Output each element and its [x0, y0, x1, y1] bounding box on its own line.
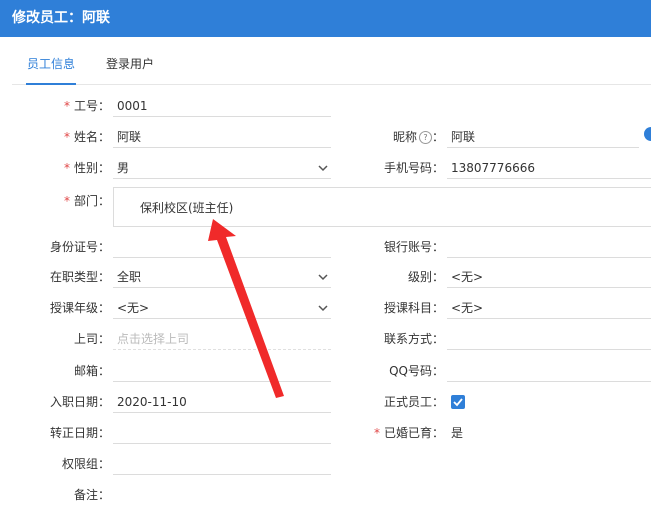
level-select[interactable]: <无> — [447, 266, 651, 288]
contact-field[interactable] — [447, 328, 651, 350]
gender-value: 男 — [117, 161, 130, 175]
job-type-label: 在职类型： — [49, 270, 110, 284]
id-card-field[interactable] — [113, 236, 331, 258]
qq-field[interactable] — [447, 360, 651, 382]
bank-account-field[interactable] — [447, 236, 651, 258]
help-circle-icon[interactable]: ? — [418, 131, 432, 144]
nickname-label: 昵称?： — [392, 130, 444, 144]
id-card-label: 身份证号： — [49, 240, 110, 254]
chevron-down-icon — [318, 165, 328, 172]
perm-group-label: 权限组： — [61, 457, 110, 471]
job-type-value: 全职 — [117, 270, 142, 284]
contact-label: 联系方式： — [383, 332, 444, 346]
email-field[interactable] — [113, 360, 331, 382]
chevron-down-icon — [318, 305, 328, 312]
superior-picker[interactable]: 点击选择上司 — [113, 328, 331, 350]
tab-login-user[interactable]: 登录用户 — [106, 48, 154, 83]
level-label: 级别： — [407, 270, 444, 284]
perm-group-field[interactable] — [113, 453, 331, 475]
dept-label: * 部门： — [63, 194, 110, 208]
name-label: * 姓名： — [63, 130, 110, 144]
grade-label: 授课年级： — [49, 301, 110, 315]
emp-no-field[interactable]: 0001 — [113, 95, 331, 117]
subject-select[interactable]: <无> — [447, 297, 651, 319]
subject-label: 授课科目： — [383, 301, 444, 315]
hire-date-label: 入职日期： — [49, 395, 110, 409]
confirm-date-label: 转正日期： — [49, 426, 110, 440]
gender-select[interactable]: 男 — [113, 157, 331, 179]
qq-label: QQ号码： — [389, 364, 444, 378]
email-label: 邮箱： — [73, 364, 110, 378]
bank-account-label: 银行账号： — [383, 240, 444, 254]
job-type-select[interactable]: 全职 — [113, 266, 331, 288]
check-icon — [453, 398, 463, 407]
grade-select[interactable]: <无> — [113, 297, 331, 319]
nickname-field[interactable]: 阿联 — [447, 126, 639, 148]
tab-bar: 员工信息 登录用户 — [12, 48, 651, 85]
dept-field[interactable]: 保利校区(班主任) — [113, 187, 651, 227]
emp-no-label: * 工号： — [63, 99, 110, 113]
dept-tag: 保利校区(班主任) — [140, 201, 234, 215]
hire-date-field[interactable]: 2020-11-10 — [113, 391, 331, 413]
side-handle-icon[interactable] — [644, 127, 651, 141]
chevron-down-icon — [318, 274, 328, 281]
married-label: * 已婚已育： — [373, 426, 444, 440]
grade-value: <无> — [117, 301, 150, 315]
tab-employee-info[interactable]: 员工信息 — [26, 48, 76, 85]
phone-field[interactable]: 13807776666 — [447, 157, 651, 179]
name-field[interactable]: 阿联 — [113, 126, 331, 148]
gender-label: * 性别： — [63, 161, 110, 175]
regular-checkbox[interactable] — [451, 395, 465, 409]
dialog-title: 修改员工：阿联 — [0, 0, 651, 37]
regular-label: 正式员工： — [383, 395, 444, 409]
superior-label: 上司： — [73, 332, 110, 346]
confirm-date-field[interactable] — [113, 422, 331, 444]
remark-label: 备注： — [73, 488, 110, 502]
phone-label: 手机号码： — [383, 161, 444, 175]
married-field[interactable]: 是 — [447, 422, 651, 444]
